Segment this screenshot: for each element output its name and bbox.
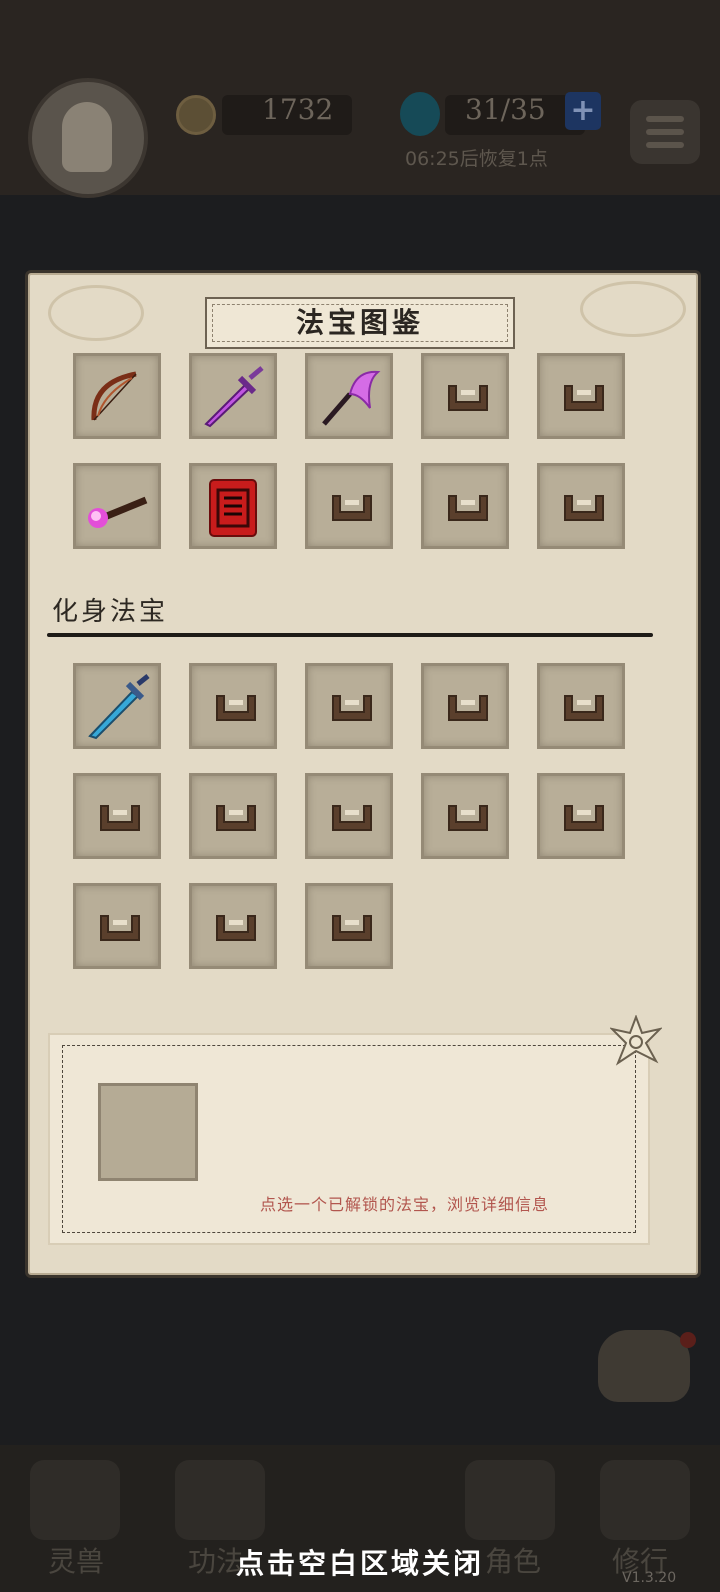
lock-icon	[330, 910, 374, 944]
avatar-artifact-slot-locked[interactable]	[189, 773, 277, 859]
lock-icon	[214, 910, 258, 944]
detail-hint-text: 点选一个已解锁的法宝，浏览详细信息	[260, 1195, 550, 1214]
title-plaque: 法宝图鉴	[205, 297, 515, 349]
section-title-avatar-artifacts: 化身法宝	[52, 597, 169, 627]
cloud-ornament	[48, 285, 144, 341]
avatar-artifact-slot-locked[interactable]	[305, 883, 393, 969]
lock-icon	[214, 690, 258, 724]
avatar-artifact-slot-locked[interactable]	[305, 663, 393, 749]
shuriken-ornament-icon	[610, 1015, 662, 1066]
purple-scythe-icon	[316, 364, 382, 430]
cauldron-icon[interactable]	[598, 1330, 690, 1402]
lock-icon	[330, 690, 374, 724]
lock-icon	[214, 800, 258, 834]
lock-icon	[446, 690, 490, 724]
lock-icon	[446, 380, 490, 414]
lock-icon	[446, 490, 490, 524]
lock-icon	[98, 910, 142, 944]
avatar-artifact-slot-locked[interactable]	[305, 773, 393, 859]
artifact-slot-unlocked[interactable]	[73, 463, 161, 549]
lock-icon	[98, 800, 142, 834]
lock-icon	[562, 800, 606, 834]
lock-icon	[562, 690, 606, 724]
spirit-orb-icon	[400, 92, 440, 136]
character-icon[interactable]	[465, 1460, 555, 1540]
avatar-artifact-slot-locked[interactable]	[73, 883, 161, 969]
artifact-detail-box: 点选一个已解锁的法宝，浏览详细信息	[48, 1033, 650, 1245]
artifact-preview-slot	[98, 1083, 198, 1181]
add-stamina-button[interactable]: +	[565, 92, 601, 130]
avatar-artifact-slot-locked[interactable]	[421, 773, 509, 859]
technique-book-icon[interactable]	[175, 1460, 265, 1540]
avatar-face	[62, 102, 112, 172]
avatar-artifact-slot-locked[interactable]	[537, 773, 625, 859]
coin-count: 1732	[262, 93, 334, 126]
main-menu-button[interactable]	[630, 100, 700, 164]
avatar-artifact-slot-locked[interactable]	[537, 663, 625, 749]
artifact-slot-locked[interactable]	[305, 463, 393, 549]
artifact-slot-unlocked[interactable]	[189, 353, 277, 439]
menu-line-icon	[646, 142, 684, 148]
tap-to-close-hint[interactable]: 点击空白区域关闭	[0, 1542, 720, 1582]
artifact-slot-unlocked[interactable]	[189, 463, 277, 549]
artifact-slot-locked[interactable]	[421, 353, 509, 439]
purple-sword-icon	[200, 364, 266, 430]
cloud-ornament	[580, 281, 686, 337]
avatar-artifact-slot-locked[interactable]	[189, 663, 277, 749]
avatar-artifact-slot-unlocked[interactable]	[73, 663, 161, 749]
lock-icon	[446, 800, 490, 834]
artifact-slot-unlocked[interactable]	[73, 353, 161, 439]
artifact-collection-panel: 法宝图鉴 化身法宝 点选一个已解锁的法宝，浏览详细信息	[28, 273, 698, 1275]
artifact-slot-locked[interactable]	[537, 463, 625, 549]
ice-sword-icon	[84, 674, 150, 740]
lock-icon	[562, 490, 606, 524]
player-avatar[interactable]	[28, 78, 148, 198]
artifact-slot-locked[interactable]	[421, 463, 509, 549]
stamina-count: 31/35	[465, 93, 546, 126]
notification-dot	[680, 1332, 696, 1348]
menu-line-icon	[646, 129, 684, 135]
avatar-artifact-slot-locked[interactable]	[73, 773, 161, 859]
spirit-beast-icon[interactable]	[30, 1460, 120, 1540]
recover-timer: 06:25后恢复1点	[405, 148, 548, 170]
bow-icon	[84, 364, 150, 430]
section-divider	[47, 633, 653, 637]
gourd-icon[interactable]	[600, 1460, 690, 1540]
flame-brush-icon	[84, 474, 150, 540]
lock-icon	[330, 490, 374, 524]
panel-title: 法宝图鉴	[295, 306, 424, 339]
red-scroll-icon	[200, 474, 266, 540]
artifact-slot-locked[interactable]	[537, 353, 625, 439]
top-status-bar: 1732 31/35 + 06:25后恢复1点	[0, 0, 720, 198]
lock-icon	[330, 800, 374, 834]
avatar-artifact-slot-locked[interactable]	[421, 663, 509, 749]
avatar-artifact-slot-locked[interactable]	[189, 883, 277, 969]
artifact-slot-unlocked[interactable]	[305, 353, 393, 439]
coin-icon	[176, 95, 216, 135]
lock-icon	[562, 380, 606, 414]
menu-line-icon	[646, 116, 684, 122]
